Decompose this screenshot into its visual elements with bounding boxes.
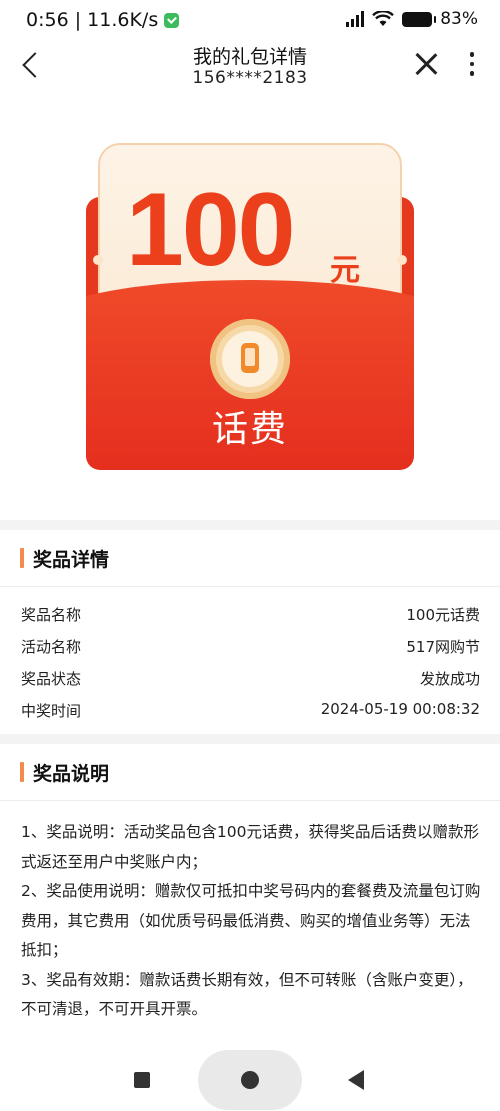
wifi-icon [372, 11, 395, 26]
detail-row-name: 奖品名称 100元话费 [0, 598, 500, 630]
prize-details-header: 奖品详情 [0, 530, 500, 587]
note-item: 3、奖品有效期：赠款话费长期有效，但不可转账（含账户变更），不可清退，不可开具开… [21, 970, 473, 1019]
detail-label: 活动名称 [21, 638, 82, 656]
prize-coin-badge [210, 319, 290, 399]
prize-notes-title: 奖品说明 [33, 763, 110, 785]
prize-notes-body: 1、奖品说明：活动奖品包含100元话费，获得奖品后话费以赠款形式返还至用户中奖账… [21, 818, 481, 1025]
more-vertical-icon[interactable] [466, 52, 478, 78]
detail-value: 2024-05-19 00:08:32 [320, 700, 480, 718]
system-nav-bar [0, 1040, 500, 1111]
back-triangle-icon[interactable] [348, 1070, 364, 1090]
detail-row-time: 中奖时间 2024-05-19 00:08:32 [0, 694, 500, 726]
close-icon[interactable] [412, 50, 440, 78]
voucher-notch-left [93, 255, 103, 265]
section-accent-bar [20, 548, 24, 568]
home-button[interactable] [198, 1050, 302, 1110]
section-accent-bar [20, 762, 24, 782]
status-right: 83% [346, 9, 478, 29]
section-divider [0, 520, 500, 530]
detail-label: 奖品状态 [21, 670, 82, 688]
page-header: 我的礼包详情 156****2183 [0, 38, 500, 98]
note-item: 1、奖品说明：活动奖品包含100元话费，获得奖品后话费以赠款形式返还至用户中奖账… [21, 823, 479, 871]
battery-icon [402, 11, 437, 27]
status-time-speed: 0:56 | 11.6K/s [26, 9, 159, 31]
detail-row-activity: 活动名称 517网购节 [0, 630, 500, 662]
voucher-notch-right [397, 255, 407, 265]
detail-value: 发放成功 [419, 670, 480, 688]
recents-square-icon[interactable] [134, 1072, 150, 1088]
prize-details-title: 奖品详情 [33, 549, 110, 571]
home-circle-icon [241, 1071, 259, 1089]
cellular-signal-icon [346, 11, 365, 27]
detail-row-status: 奖品状态 发放成功 [0, 662, 500, 694]
prize-type-label: 话费 [211, 409, 288, 450]
app-check-icon [164, 12, 180, 28]
status-left: 0:56 | 11.6K/s [26, 9, 180, 31]
detail-value: 517网购节 [406, 638, 480, 656]
battery-percent: 83% [440, 9, 478, 29]
prize-amount: 100 [126, 172, 296, 288]
prize-card: 100 元 话费 [0, 100, 500, 520]
detail-value: 100元话费 [406, 606, 480, 624]
detail-label: 奖品名称 [21, 606, 82, 624]
prize-notes-header: 奖品说明 [0, 744, 500, 801]
section-divider [0, 734, 500, 744]
note-item: 2、奖品使用说明：赠款仅可抵扣中奖号码内的套餐费及流量包订购费用，其它费用（如优… [21, 882, 481, 959]
phone-icon [241, 343, 259, 373]
detail-label: 中奖时间 [21, 702, 82, 720]
